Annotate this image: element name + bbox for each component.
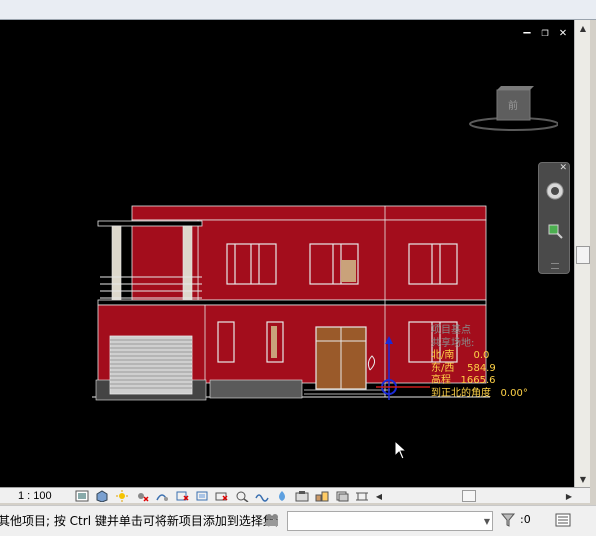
visual-style-icon[interactable] xyxy=(92,489,112,503)
pbp-key: 东/西 xyxy=(431,362,455,374)
properties-icon[interactable] xyxy=(554,512,572,528)
view-window-controls: – ❐ ✕ xyxy=(520,26,570,38)
detail-level-icon[interactable] xyxy=(72,489,92,503)
nav-bar-close-icon[interactable]: ✕ xyxy=(559,163,567,173)
view-cube-face-label: 前 xyxy=(508,99,518,112)
status-message: 其他项目; 按 Ctrl 键并单击可将新项目添加到选择集; xyxy=(0,514,279,528)
pbp-row-elevation: 高程 1665.6 xyxy=(431,375,528,388)
vertical-scrollbar[interactable]: ▲ ▼ xyxy=(574,20,590,487)
nav-bar-handle[interactable] xyxy=(551,263,559,269)
window-top-strip xyxy=(0,0,596,20)
minimize-icon[interactable]: – xyxy=(520,26,534,38)
close-icon[interactable]: ✕ xyxy=(556,26,570,38)
view-control-bar: 1 : 100 ◀ ▶ xyxy=(0,487,590,503)
view-scale[interactable]: 1 : 100 xyxy=(0,490,72,502)
filter-icon[interactable] xyxy=(500,512,518,528)
worksets-icon[interactable] xyxy=(312,489,332,503)
project-base-point-readout: 项目基点 共享场地: 北/南 0.0 东/西 584.9 高程 1665.6 到… xyxy=(431,325,528,400)
pbp-key: 高程 xyxy=(431,375,451,386)
mouse-cursor-icon xyxy=(394,440,408,460)
view-cube[interactable]: 前 xyxy=(468,86,558,132)
reveal-hidden-icon[interactable] xyxy=(232,489,252,503)
pbp-row-angle: 到正北的角度 0.00° xyxy=(431,388,528,401)
temporary-hide-icon[interactable] xyxy=(212,489,232,503)
pbp-value[interactable]: 1665.6 xyxy=(461,375,496,386)
horizontal-scrollbar[interactable]: ◀ ▶ xyxy=(374,489,574,503)
selection-count: :0 xyxy=(520,513,531,526)
analysis-icon[interactable] xyxy=(252,489,272,503)
render-icon[interactable] xyxy=(152,489,172,503)
temporary-view-icon[interactable] xyxy=(292,489,312,503)
pbp-value[interactable]: 0.0 xyxy=(473,350,489,361)
pbp-key: 到正北的角度 xyxy=(431,387,491,399)
pbp-value[interactable]: 0.00° xyxy=(501,388,528,399)
shadows-off-icon[interactable] xyxy=(132,489,152,503)
scroll-left-arrow-icon[interactable]: ◀ xyxy=(374,489,384,503)
crop-view-icon[interactable] xyxy=(172,489,192,503)
scroll-down-arrow-icon[interactable]: ▼ xyxy=(575,471,591,487)
chevron-down-icon[interactable]: ▼ xyxy=(484,517,490,526)
scroll-up-arrow-icon[interactable]: ▲ xyxy=(575,20,591,36)
pbp-header: 项目基点 xyxy=(431,325,471,336)
scroll-right-arrow-icon[interactable]: ▶ xyxy=(564,489,574,503)
navigation-bar: ✕ xyxy=(538,162,570,274)
selection-combo[interactable]: ▼ xyxy=(287,511,493,531)
constraints-icon[interactable] xyxy=(352,489,372,503)
design-options-icon[interactable] xyxy=(332,489,352,503)
show-crop-icon[interactable] xyxy=(192,489,212,503)
highlight-icon[interactable] xyxy=(272,489,292,503)
status-bar: 其他项目; 按 Ctrl 键并单击可将新项目添加到选择集; ▼ :0 xyxy=(0,505,596,536)
pbp-value[interactable]: 584.9 xyxy=(467,363,496,374)
pbp-row-north-south: 北/南 0.0 xyxy=(431,350,528,363)
vertical-scroll-thumb[interactable] xyxy=(576,246,590,264)
drawing-viewport[interactable]: – ❐ ✕ 前 ✕ 项目基点 共享场地: 北/南 0.0 东/西 584.9 高… xyxy=(0,20,574,487)
pbp-row-east-west: 东/西 584.9 xyxy=(431,363,528,376)
sun-path-icon[interactable] xyxy=(112,489,132,503)
steering-wheel-icon[interactable] xyxy=(545,181,565,201)
zoom-region-icon[interactable] xyxy=(545,221,565,241)
worksharing-monitor-icon[interactable] xyxy=(264,512,280,528)
pbp-subheader: 共享场地: xyxy=(431,337,475,349)
restore-icon[interactable]: ❐ xyxy=(538,26,552,38)
horizontal-scroll-thumb[interactable] xyxy=(462,490,476,502)
pbp-key: 北/南 xyxy=(431,350,455,361)
